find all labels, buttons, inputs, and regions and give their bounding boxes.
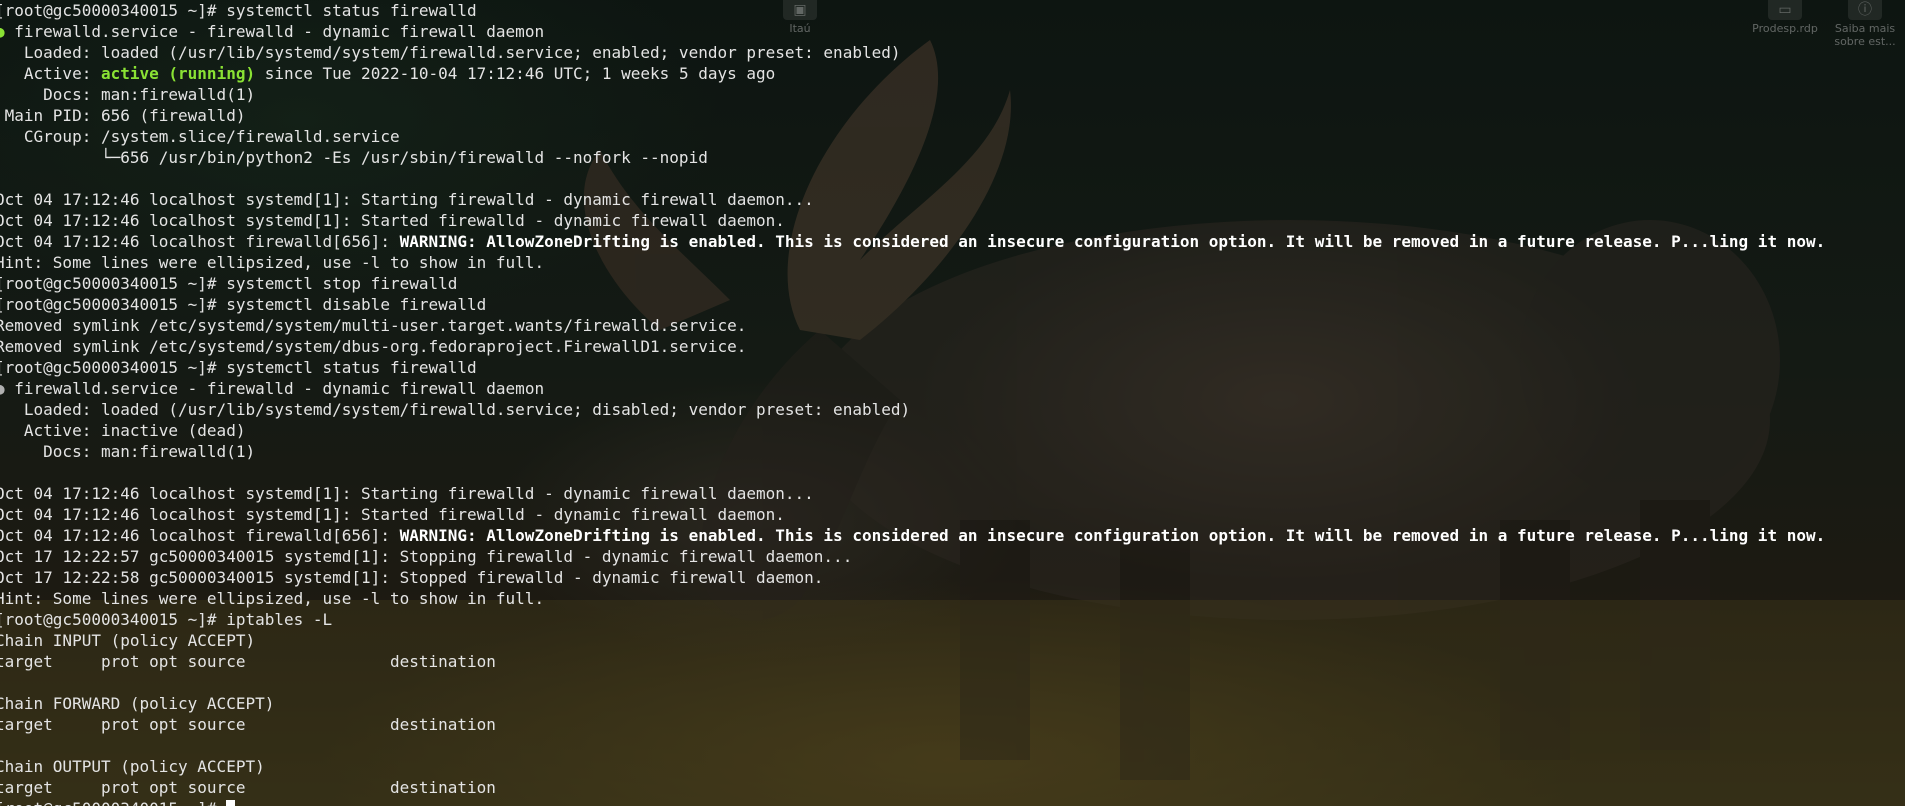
terminal-line: Oct 04 17:12:46 localhost systemd[1]: St…: [0, 505, 785, 524]
terminal-line: CGroup: /system.slice/firewalld.service: [0, 127, 400, 146]
terminal-line: Main PID: 656 (firewalld): [0, 106, 246, 125]
shell-command: systemctl status firewalld: [226, 1, 477, 20]
terminal-line: Hint: Some lines were ellipsized, use -l…: [0, 253, 545, 272]
journal-log-line: Oct 04 17:12:46 localhost firewalld[656]…: [0, 525, 1905, 546]
active-status-text: active (running): [100, 64, 256, 83]
shell-command: systemctl status firewalld: [226, 358, 477, 377]
shell-prompt: [root@gc50000340015 ~]#: [0, 610, 227, 629]
terminal-line: target prot opt source destination: [0, 715, 496, 734]
terminal-line: Hint: Some lines were ellipsized, use -l…: [0, 589, 545, 608]
shell-prompt: [root@gc50000340015 ~]#: [0, 1, 227, 20]
terminal-line: Oct 04 17:12:46 localhost systemd[1]: St…: [0, 190, 814, 209]
log-prefix: Oct 04 17:12:46 localhost firewalld[656]…: [0, 232, 400, 251]
journal-log-line: Oct 04 17:12:46 localhost firewalld[656]…: [0, 231, 1905, 252]
terminal-line: Removed symlink /etc/systemd/system/mult…: [0, 316, 747, 335]
terminal-line: └─656 /usr/bin/python2 -Es /usr/sbin/fir…: [0, 148, 708, 167]
terminal-line: Active: inactive (dead): [0, 421, 246, 440]
terminal-line: target prot opt source destination: [0, 778, 496, 797]
terminal-cursor[interactable]: [226, 800, 236, 806]
active-label: Active:: [0, 64, 101, 83]
shell-command: iptables -L: [226, 610, 333, 629]
terminal-line: Oct 04 17:12:46 localhost systemd[1]: St…: [0, 211, 785, 230]
shell-command: systemctl disable firewalld: [226, 295, 487, 314]
shell-prompt: [root@gc50000340015 ~]#: [0, 274, 227, 293]
shell-prompt: [root@gc50000340015 ~]#: [0, 358, 227, 377]
terminal-line: target prot opt source destination: [0, 652, 496, 671]
terminal-command-line: [root@gc50000340015 ~]# systemctl status…: [0, 357, 1905, 378]
terminal-command-line: [root@gc50000340015 ~]# systemctl stop f…: [0, 273, 1905, 294]
terminal-line: ● firewalld.service - firewalld - dynami…: [0, 378, 1905, 399]
terminal-line: Chain FORWARD (policy ACCEPT): [0, 694, 275, 713]
log-prefix: Oct 04 17:12:46 localhost firewalld[656]…: [0, 526, 400, 545]
desktop: ▣ Itaú ▭ Prodesp.rdp ⓘ Saiba mais sobre …: [0, 0, 1905, 806]
shell-prompt: [root@gc50000340015 ~]#: [0, 799, 226, 806]
terminal-command-line: [root@gc50000340015 ~]# systemctl disabl…: [0, 294, 1905, 315]
log-warning-message: WARNING: AllowZoneDrifting is enabled. T…: [399, 526, 1826, 545]
terminal-line: Oct 04 17:12:46 localhost systemd[1]: St…: [0, 484, 814, 503]
terminal-command-line: [root@gc50000340015 ~]# iptables -L: [0, 609, 1905, 630]
terminal-line: Chain OUTPUT (policy ACCEPT): [0, 757, 265, 776]
terminal-command-line: [root@gc50000340015 ~]# systemctl status…: [0, 0, 1905, 21]
terminal-line: Active: active (running) since Tue 2022-…: [0, 63, 1905, 84]
log-warning-message: WARNING: AllowZoneDrifting is enabled. T…: [399, 232, 1826, 251]
terminal-line: Oct 17 12:22:57 gc50000340015 systemd[1]…: [0, 547, 853, 566]
terminal-line: Loaded: loaded (/usr/lib/systemd/system/…: [0, 400, 911, 419]
terminal-line: Oct 17 12:22:58 gc50000340015 systemd[1]…: [0, 568, 824, 587]
terminal-line: Chain INPUT (policy ACCEPT): [0, 631, 256, 650]
service-title: firewalld.service - firewalld - dynamic …: [4, 22, 545, 41]
terminal-input-line[interactable]: [root@gc50000340015 ~]#: [0, 798, 1905, 806]
service-title: firewalld.service - firewalld - dynamic …: [4, 379, 545, 398]
terminal-line: Docs: man:firewalld(1): [0, 85, 256, 104]
shell-prompt: [root@gc50000340015 ~]#: [0, 295, 227, 314]
terminal-line: Loaded: loaded (/usr/lib/systemd/system/…: [0, 43, 901, 62]
shell-command: systemctl stop firewalld: [226, 274, 458, 293]
active-since-text: since Tue 2022-10-04 17:12:46 UTC; 1 wee…: [255, 64, 776, 83]
terminal-line: Docs: man:firewalld(1): [0, 442, 256, 461]
terminal-line: Removed symlink /etc/systemd/system/dbus…: [0, 337, 747, 356]
terminal-window[interactable]: [root@gc50000340015 ~]# systemctl status…: [0, 0, 1905, 806]
terminal-line: ● firewalld.service - firewalld - dynami…: [0, 21, 1905, 42]
